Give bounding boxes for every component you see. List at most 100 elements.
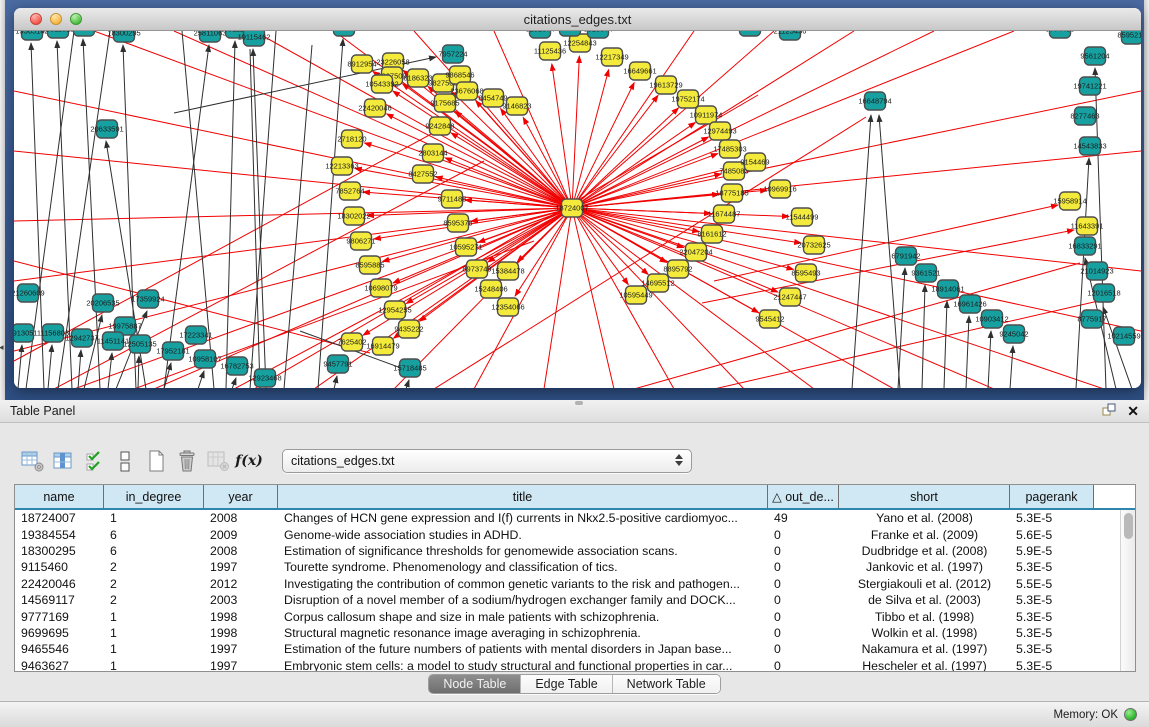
close-traffic-light-icon[interactable] (30, 13, 42, 25)
graph-node-label: 19741221 (1073, 82, 1106, 91)
graph-node-label: 8973749 (462, 265, 491, 274)
graph-node[interactable] (560, 31, 581, 36)
graph-node[interactable] (74, 31, 95, 36)
row-height-button[interactable] (113, 448, 137, 474)
column-header-title[interactable]: title (278, 485, 768, 508)
table-row[interactable]: 2242004622012Investigating the contribut… (15, 576, 1120, 592)
minimize-traffic-light-icon[interactable] (50, 13, 62, 25)
table-row[interactable]: 977716911998Corpus callosum shape and si… (15, 608, 1120, 624)
table-selector[interactable]: citations_edges.txt (282, 449, 692, 473)
graph-edge (14, 127, 444, 361)
graph-edge (406, 380, 409, 388)
tab-network-table[interactable]: Network Table (613, 675, 720, 693)
left-panel-edge[interactable]: ◂ (0, 0, 5, 400)
table-row[interactable]: 911546021997Tourette syndrome. Phenomeno… (15, 559, 1120, 575)
column-header-pagerank[interactable]: pagerank (1010, 485, 1094, 508)
graph-node-label: 21247447 (773, 293, 806, 302)
table-vertical-scrollbar[interactable] (1120, 510, 1135, 671)
graph-node-label: 10595271 (449, 243, 482, 252)
function-builder-button[interactable]: f(x) (237, 448, 261, 474)
table-mode-button[interactable] (20, 448, 44, 474)
column-header-in_degree[interactable]: in_degree (104, 485, 204, 508)
new-column-button[interactable] (144, 448, 168, 474)
column-header-name[interactable]: name (15, 485, 104, 508)
table-cell-name: 9699695 (15, 626, 104, 640)
graph-node[interactable] (740, 31, 761, 36)
graph-node-label: 16649661 (623, 67, 656, 76)
table-row[interactable]: 969969511998Structural magnetic resonanc… (15, 625, 1120, 641)
graph-edge (198, 371, 204, 388)
table-row[interactable]: 946362711997Embryonic stem cells: a mode… (15, 658, 1120, 671)
graph-node-label: 12016518 (1087, 289, 1120, 298)
graph-node-label: 19384554 (67, 31, 100, 32)
collapse-panel-arrow-icon[interactable]: ◂ (0, 342, 4, 353)
table-cell-name: 19384554 (15, 528, 104, 542)
table-cell-pagerank: 5.3E-5 (1010, 560, 1094, 574)
graph-node-label: 8161612 (697, 230, 726, 239)
float-window-icon[interactable] (1102, 403, 1116, 419)
table-row[interactable]: 946554611997Estimation of the future num… (15, 641, 1120, 657)
column-header-short[interactable]: short (839, 485, 1010, 508)
graph-node-label: 7852764 (335, 187, 364, 196)
table-row[interactable]: 1938455462009Genome-wide association stu… (15, 526, 1120, 542)
table-row[interactable]: 1872400712008Changes of HCN gene express… (15, 510, 1120, 526)
table-cell-title: Structural magnetic resonance image aver… (278, 626, 768, 640)
table-cell-year: 2008 (204, 544, 278, 558)
graph-node-label: 9457791 (323, 360, 352, 369)
table-cell-short: de Silva et al. (2003) (839, 593, 1010, 607)
graph-node-label: 20633591 (90, 125, 123, 134)
graph-node-label: 17485303 (713, 145, 746, 154)
show-columns-button[interactable] (51, 448, 75, 474)
graph-edge (387, 114, 572, 208)
graph-edge (334, 376, 337, 388)
table-cell-in_degree: 1 (104, 511, 204, 525)
column-header-year[interactable]: year (204, 485, 278, 508)
graph-node-label: 9806271 (346, 237, 375, 246)
graph-node-label: 10903412 (975, 315, 1008, 324)
network-graph-canvas[interactable]: 1872400789129542322605898275098186323982… (14, 31, 1141, 388)
graph-node-label: 9561204 (1080, 52, 1109, 61)
select-columns-button[interactable] (82, 448, 106, 474)
splitter-grip[interactable] (575, 401, 583, 405)
network-window-titlebar[interactable]: citations_edges.txt (14, 8, 1141, 31)
graph-node-label: 9868546 (445, 71, 474, 80)
graph-node-label: 7957224 (438, 50, 467, 59)
table-cell-in_degree: 6 (104, 528, 204, 542)
table-cell-out_degree: 0 (768, 659, 839, 671)
table-toolbar: f(x) citations_edges.txt (20, 446, 692, 476)
graph-node-label: 11125436 (534, 47, 566, 56)
table-cell-short: Nakamura et al. (1997) (839, 642, 1010, 656)
graph-node-label: 8131074 (525, 31, 554, 34)
graph-node-label: 9175685 (430, 99, 459, 108)
column-header-out_degree[interactable]: △ out_de... (768, 485, 839, 508)
graph-node-label: 8775917 (1077, 315, 1106, 324)
table-row[interactable]: 1456911722003Disruption of a novel membe… (15, 592, 1120, 608)
graph-node-label: 8895792 (663, 265, 692, 274)
table-row[interactable]: 1830029562008Estimation of significance … (15, 543, 1120, 559)
graph-node-label: 11674487 (708, 210, 741, 219)
check-list-icon (86, 451, 103, 472)
graph-node-label: 2803144 (418, 149, 447, 158)
scrollbar-thumb[interactable] (1124, 513, 1133, 539)
graph-node-label: 9242848 (425, 122, 454, 131)
table-cell-short: Hescheler et al. (1997) (839, 659, 1010, 671)
zoom-traffic-light-icon[interactable] (70, 13, 82, 25)
table-cell-out_degree: 0 (768, 560, 839, 574)
table-panel-header: Table Panel ✕ (0, 400, 1149, 423)
right-panel-edge[interactable] (1144, 0, 1149, 400)
tab-edge-table[interactable]: Edge Table (521, 675, 612, 693)
import-table-button[interactable] (206, 448, 230, 474)
graph-edge (14, 151, 572, 208)
table-cell-title: Embryonic stem cells: a model to study s… (278, 659, 768, 671)
graph-node[interactable] (334, 31, 355, 36)
graph-edge (944, 301, 947, 388)
close-panel-icon[interactable]: ✕ (1127, 404, 1139, 418)
table-cell-short: Jankovic et al. (1997) (839, 560, 1010, 574)
graph-edge (48, 345, 52, 388)
delete-column-button[interactable] (175, 448, 199, 474)
tab-node-table[interactable]: Node Table (429, 675, 521, 693)
table-cell-title: Estimation of the future numbers of pati… (278, 642, 768, 656)
graph-node-label: 12254843 (563, 39, 596, 48)
table-cell-year: 2009 (204, 528, 278, 542)
table-cell-title: Corpus callosum shape and size in male p… (278, 610, 768, 624)
